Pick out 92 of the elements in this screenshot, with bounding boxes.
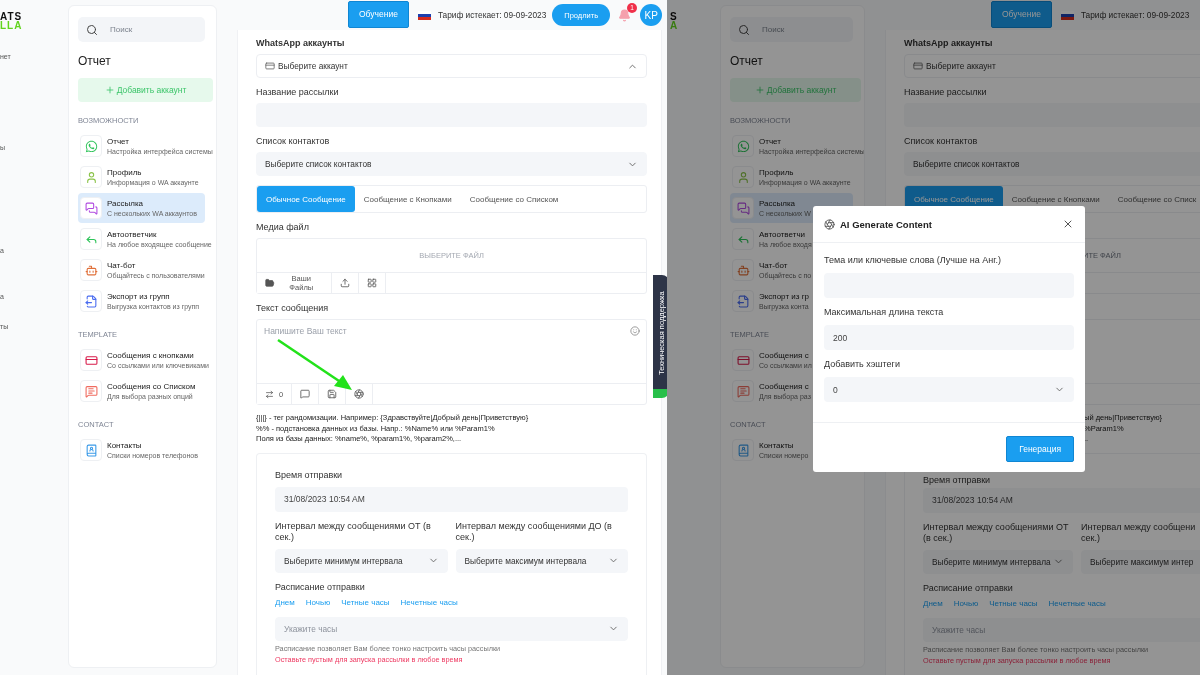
folder-icon <box>265 278 275 288</box>
field-label: Добавить хэштеги <box>824 359 901 370</box>
flag-icon <box>417 10 431 20</box>
placeholder-text: Напишите Ваш текст <box>264 326 347 336</box>
min-interval-select[interactable]: Выберите минимум интервала <box>923 549 1073 574</box>
search-icon <box>86 24 98 36</box>
message-type-tab[interactable]: Сообщение со Списк <box>1108 186 1200 212</box>
logo-text: LLA <box>0 21 24 30</box>
contacts-select[interactable]: Выберите список контактов <box>256 152 648 176</box>
field-label: Интервал между сообщениями ДО (в сек.) <box>455 520 613 543</box>
item-title: Отчет <box>759 136 782 147</box>
field-label: Интервал между сообщениями ОТ (в сек.) <box>923 521 1070 544</box>
account-select[interactable]: Выберите аккаунт <box>256 54 648 78</box>
item-title: Экспорт из гр <box>759 291 809 302</box>
select-value: Выберите список контактов <box>913 159 1020 169</box>
send-time-field[interactable]: 31/08/2023 10:54 AM <box>923 487 1200 513</box>
tariff-text: Тариф истекает: 09-09-2023 <box>437 10 547 20</box>
select-value: Выберите аккаунт <box>278 61 348 71</box>
field-label: Время отправки <box>275 469 344 481</box>
sidebar-title: Отчет <box>730 54 764 68</box>
item-title: Контакты <box>759 440 795 451</box>
field-label: Интервал между сообщени сек.) <box>1081 521 1197 544</box>
field-label: Название рассылки <box>256 87 340 98</box>
search-field[interactable]: Поиск <box>730 17 853 42</box>
item-title: Сообщения с <box>759 350 810 361</box>
select-value: Выберите аккаунт <box>926 61 996 71</box>
item-title: Рассылка <box>107 198 145 209</box>
input-field[interactable]: 200 <box>824 325 1074 350</box>
bell-icon[interactable] <box>618 8 632 22</box>
select-value: Выберите максимум интер <box>1090 556 1194 567</box>
select-value: Выберите максимум интервала <box>464 555 587 566</box>
logo-text: A <box>670 21 680 30</box>
field-label: Список контактов <box>256 136 331 147</box>
hashtags-select[interactable]: 0 <box>824 377 1074 402</box>
item-title: Автоответчик <box>107 229 158 240</box>
message-icon <box>300 389 311 399</box>
item-title: Экспорт из групп <box>107 291 171 302</box>
item-title: Чат-бот <box>759 260 789 271</box>
sidebar-title: Отчет <box>78 54 112 68</box>
max-interval-select[interactable]: Выберите максимум интер <box>1081 549 1200 574</box>
item-title: Профиль <box>107 167 143 178</box>
select-value: Выберите минимум интервала <box>932 556 1051 567</box>
field-label: Тема или ключевые слова (Лучше на Анг.) <box>824 255 1002 266</box>
item-title: Сообщения с <box>759 381 810 392</box>
item-title: Профиль <box>759 167 795 178</box>
close-icon[interactable] <box>1062 218 1074 230</box>
search-field[interactable]: Поиск <box>78 17 205 42</box>
select-placeholder: Укажите часы <box>284 623 338 634</box>
item-title: Сообщения со Списком <box>107 381 196 392</box>
save-icon <box>327 389 338 399</box>
field-label: Текст сообщения <box>256 303 330 314</box>
field-label: Максимальная длина текста <box>824 307 945 318</box>
card-icon <box>913 61 923 71</box>
select-value: Выберите минимум интервала <box>284 555 403 566</box>
item-title: Сообщения с кнопками <box>107 350 195 361</box>
grid-icon <box>367 278 377 288</box>
search-icon <box>738 24 750 36</box>
logo-text: ATS <box>0 12 24 21</box>
select-value: Выберите список контактов <box>265 159 372 169</box>
field-label: Название рассылки <box>904 87 988 98</box>
logo-text: S <box>670 12 679 21</box>
max-interval-select[interactable]: Выберите максимум интервала <box>455 548 629 573</box>
field-label: WhatsApp аккаунты <box>904 38 994 49</box>
field-label: Интервал между сообщениями ОТ (в сек.) <box>275 520 432 543</box>
item-title: Контакты <box>107 440 143 451</box>
tariff-text: Тариф истекает: 09-09-2023 <box>1080 10 1190 20</box>
smile-icon[interactable] <box>630 326 641 336</box>
plus-icon <box>754 85 765 95</box>
field-label: Расписание отправки <box>275 581 366 593</box>
plus-icon <box>104 85 115 95</box>
card-icon <box>265 61 275 71</box>
item-title: Автоответчи <box>759 229 806 240</box>
field-label: Расписание отправки <box>923 582 1014 594</box>
send-time-field[interactable]: 31/08/2023 10:54 AM <box>275 486 629 512</box>
item-title: Чат-бот <box>107 260 137 271</box>
field-label: Медиа файл <box>256 222 310 233</box>
item-title: Рассылка <box>759 198 797 209</box>
upload-icon <box>340 278 350 288</box>
aperture-icon <box>824 218 835 230</box>
min-interval-select[interactable]: Выберите минимум интервала <box>275 548 448 573</box>
message-type-tab[interactable]: Сообщение со Списком <box>460 186 568 212</box>
message-type-tab[interactable]: Сообщение с Кнопками <box>354 186 461 212</box>
field-label: Список контактов <box>904 136 979 147</box>
account-select[interactable]: Выберите аккаунт <box>904 54 1200 78</box>
item-title: Отчет <box>107 136 130 147</box>
aperture-icon <box>354 389 365 399</box>
select-value: 0 <box>833 384 838 395</box>
field-label: WhatsApp аккаунты <box>256 38 346 49</box>
field-label: Время отправки <box>923 474 992 486</box>
message-type-tab[interactable]: Сообщение с Кнопками <box>1002 186 1109 212</box>
arrows-icon <box>265 389 274 399</box>
contacts-select[interactable]: Выберите список контактов <box>904 152 1200 176</box>
